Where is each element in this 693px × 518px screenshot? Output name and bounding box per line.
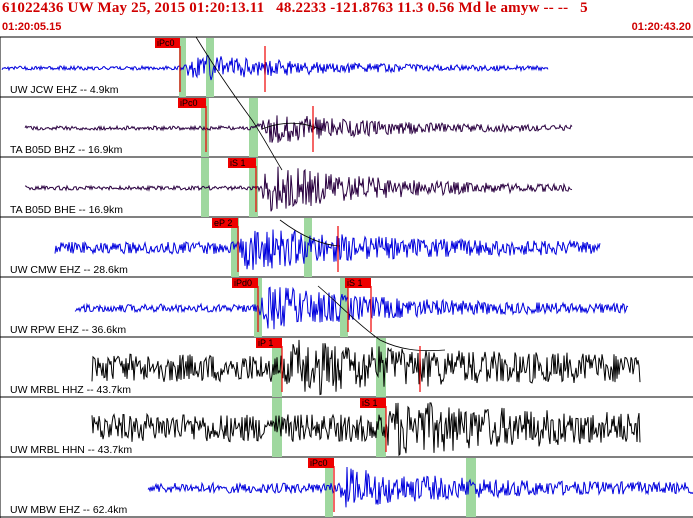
pick-label: iS 1	[347, 278, 363, 288]
pick-label: eP 2	[214, 218, 232, 228]
phase-pick[interactable]: iS 1	[360, 398, 386, 408]
phase-pick[interactable]: eP 2	[212, 218, 238, 228]
station-label: UW MRBL HHZ -- 43.7km	[10, 384, 131, 396]
waveform-trace	[147, 466, 693, 508]
station-label: UW CMW EHZ -- 28.6km	[10, 264, 128, 276]
waveform-trace	[1, 54, 549, 81]
pick-label: iS 1	[230, 158, 246, 168]
waveform-trace	[74, 286, 629, 330]
station-label: TA B05D BHE -- 16.9km	[10, 204, 123, 216]
pick-label: iPc0	[157, 38, 175, 48]
phase-pick[interactable]: iS 1	[345, 278, 371, 288]
pick-label: iPc0	[310, 458, 328, 468]
phase-pick[interactable]: iPc0	[178, 98, 206, 108]
phase-pick[interactable]: iPd0	[232, 278, 258, 288]
station-label: UW RPW EHZ -- 36.6km	[10, 324, 126, 336]
pick-label: iS 1	[362, 398, 378, 408]
pick-label: iP 1	[258, 338, 273, 348]
waveform-trace	[54, 229, 601, 270]
station-label: UW MRBL HHN -- 43.7km	[10, 444, 132, 456]
station-labels: UW JCW EHZ -- 4.9km TA B05D BHZ -- 16.9km…	[10, 84, 132, 516]
phase-pick[interactable]: iPc0	[308, 458, 334, 468]
station-label: TA B05D BHZ -- 16.9km	[10, 144, 123, 156]
pick-label: iPd0	[234, 278, 252, 288]
phase-pick[interactable]: iPc0	[155, 38, 180, 48]
waveform-trace	[91, 402, 641, 457]
pick-label: iPc0	[180, 98, 198, 108]
station-label: UW MBW EHZ -- 62.4km	[10, 504, 128, 516]
phase-pick[interactable]: iS 1	[228, 158, 256, 168]
phase-pick[interactable]: iP 1	[256, 338, 282, 348]
waveform-trace	[24, 115, 573, 143]
waveform-trace	[91, 339, 641, 396]
station-label: UW JCW EHZ -- 4.9km	[10, 84, 119, 96]
seismogram-panel[interactable]: iPc0 iPc0 iS 1 eP 2 iPd0 iS 1 iP 1 iS 1 iPc0 UW …	[0, 0, 693, 518]
